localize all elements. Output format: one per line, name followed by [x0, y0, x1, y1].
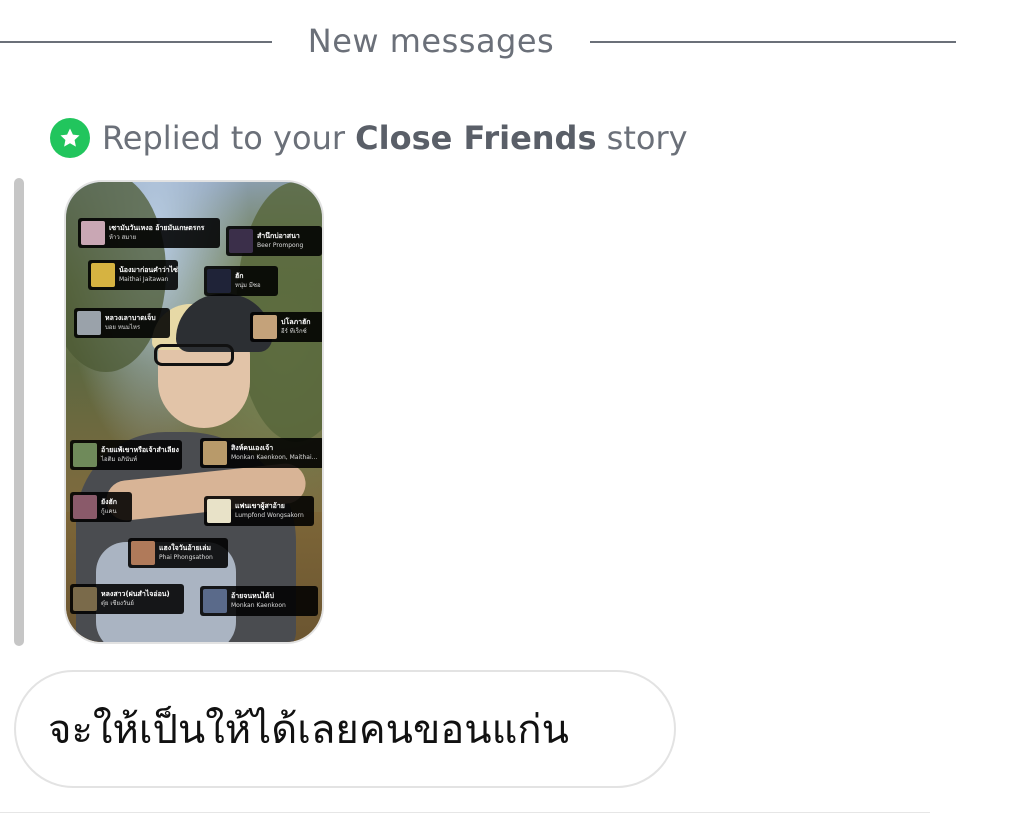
- album-art: [81, 221, 105, 245]
- album-art: [73, 443, 97, 467]
- song-artist: อีร์ ทีเร็กซ์: [281, 328, 307, 335]
- music-sticker: อ้ายจนหนได้บ่ Monkan Kaenkoon: [200, 586, 318, 616]
- song-title: เซามันวันเหงอ อ้ายมันเกษตรกร: [109, 224, 205, 232]
- story-reply-header: Replied to your Close Friends story: [50, 112, 688, 164]
- music-sticker: แฟนเขาผู้สาอ้าย Lumpfond Wongsakorn: [204, 496, 314, 526]
- song-title: ฮัก: [235, 272, 244, 280]
- music-sticker: อ้ายแพ้เขาหรือเจ้าสำเลียงไอติม อภินันท์: [70, 440, 182, 470]
- song-artist: Lumpfond Wongsakorn: [235, 512, 304, 519]
- message-text: จะให้เป็นให้ได้เลยคนขอนแก่น: [48, 707, 569, 753]
- story-thumbnail[interactable]: เซามันวันเหงอ อ้ายมันเกษตรกรห้าว สมาย สำ…: [64, 180, 324, 644]
- reply-quote-bar: [14, 178, 24, 646]
- new-messages-label: New messages: [307, 22, 555, 60]
- music-sticker: น้องมาก่อนคำว่าไซ่ Maithai Jaitawan: [88, 260, 178, 290]
- album-art: [77, 311, 101, 335]
- album-art: [73, 495, 97, 519]
- song-title: สิงห์คนเองเจ้า: [231, 444, 274, 452]
- song-artist: หนุ่ม มีซอ: [235, 282, 261, 289]
- bottom-divider: [0, 812, 930, 813]
- music-sticker: สำนึกบ่อาสนา Beer Prompong: [226, 226, 322, 256]
- album-art: [131, 541, 155, 565]
- reply-suffix: story: [596, 119, 688, 157]
- song-title: อ้ายจนหนได้บ่: [231, 592, 275, 600]
- star-icon: [50, 118, 90, 158]
- album-art: [207, 499, 231, 523]
- new-messages-divider: New messages: [0, 20, 960, 64]
- song-artist: ไอติม อภินันท์: [101, 456, 138, 463]
- close-friends-label: Close Friends: [355, 119, 597, 157]
- song-artist: กู้แคน: [101, 508, 117, 515]
- song-title: น้องมาก่อนคำว่าไซ่: [119, 266, 178, 274]
- music-sticker: ยังฮักกู้แคน: [70, 492, 132, 522]
- music-sticker: เซามันวันเหงอ อ้ายมันเกษตรกรห้าว สมาย: [78, 218, 220, 248]
- music-sticker: หลวงเลาบาดเจ็บบอย หนมไหร: [74, 308, 170, 338]
- album-art: [91, 263, 115, 287]
- album-art: [253, 315, 277, 339]
- music-sticker: ปโลภาฮักอีร์ ทีเร็กซ์: [250, 312, 322, 342]
- message-bubble[interactable]: จะให้เป็นให้ได้เลยคนขอนแก่น: [14, 670, 676, 788]
- song-artist: ห้าว สมาย: [109, 234, 137, 241]
- music-sticker: แฮงใจวันอ้ายเล่ม Phai Phongsathon: [128, 538, 228, 568]
- song-title: ปโลภาฮัก: [281, 318, 311, 326]
- album-art: [203, 589, 227, 613]
- song-artist: Monkan Kaenkoon: [231, 602, 286, 609]
- reply-prefix: Replied to your: [102, 119, 356, 157]
- song-title: อ้ายแพ้เขาหรือเจ้าสำเลียง: [101, 446, 179, 454]
- music-sticker: สิงห์คนเองเจ้า Monkan Kaenkoon, Maithai..…: [200, 438, 322, 468]
- song-title: แฮงใจวันอ้ายเล่ม: [159, 544, 211, 552]
- song-title: หลวงเลาบาดเจ็บ: [105, 314, 156, 322]
- song-title: หลงสาว(ฝนสำไจอ่อน): [101, 590, 170, 598]
- song-title: ยังฮัก: [101, 498, 118, 506]
- song-artist: บอย หนมไหร: [105, 324, 141, 331]
- album-art: [73, 587, 97, 611]
- album-art: [229, 229, 253, 253]
- reply-header-text: Replied to your Close Friends story: [102, 119, 688, 157]
- song-artist: Monkan Kaenkoon, Maithai...: [231, 454, 318, 461]
- album-art: [207, 269, 231, 293]
- music-sticker: หลงสาว(ฝนสำไจอ่อน) ตุ๋ย เชียงวันย์: [70, 584, 184, 614]
- music-sticker: ฮักหนุ่ม มีซอ: [204, 266, 278, 296]
- divider-line-right: [590, 41, 956, 43]
- song-artist: ตุ๋ย เชียงวันย์: [101, 600, 134, 607]
- story-person-glasses: [154, 344, 234, 366]
- song-artist: Phai Phongsathon: [159, 554, 213, 561]
- song-artist: Maithai Jaitawan: [119, 276, 169, 283]
- song-title: แฟนเขาผู้สาอ้าย: [235, 502, 285, 510]
- divider-line-left: [0, 41, 272, 43]
- album-art: [203, 441, 227, 465]
- song-title: สำนึกบ่อาสนา: [257, 232, 300, 240]
- song-artist: Beer Prompong: [257, 242, 304, 249]
